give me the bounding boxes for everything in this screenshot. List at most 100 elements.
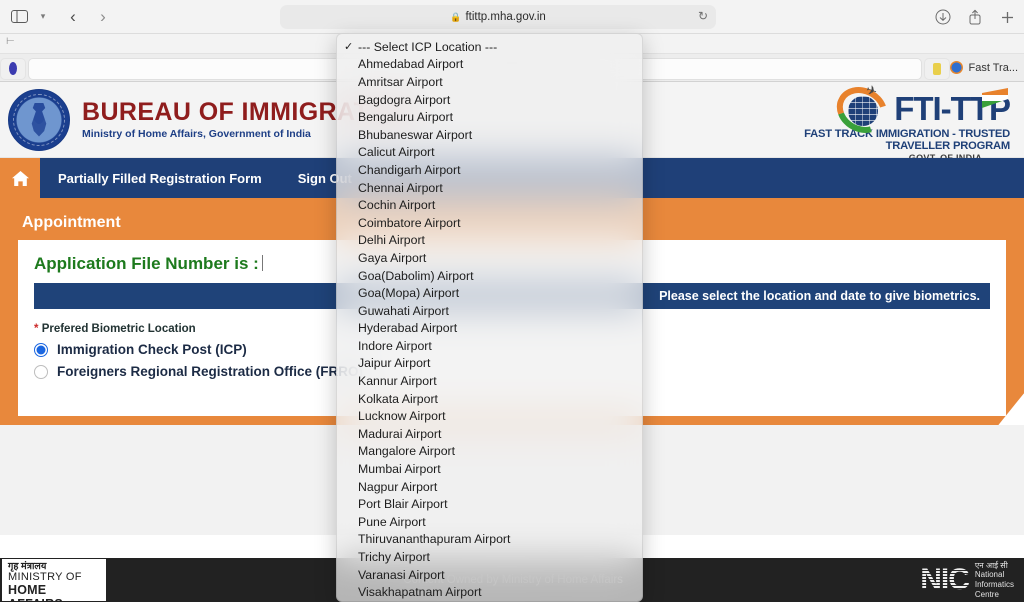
dropdown-option[interactable]: Delhi Airport [337,232,642,250]
nav-items: Partially Filled Registration Form Sign … [40,158,370,198]
dropdown-option[interactable]: Goa(Mopa) Airport [337,284,642,302]
dropdown-option[interactable]: Guwahati Airport [337,302,642,320]
reload-icon[interactable]: ↻ [698,9,708,23]
lock-icon: 🔒 [450,12,461,23]
dropdown-option[interactable]: Pune Airport [337,513,642,531]
tab-favicon[interactable] [0,58,26,80]
dropdown-option-label: Bengaluru Airport [358,110,453,124]
checkmark-icon: ✓ [344,38,353,56]
dropdown-option[interactable]: Gaya Airport [337,249,642,267]
yellow-chip-icon [933,63,941,75]
browser-toolbar: ▾ ‹ › 🔒 ftittp.mha.gov.in ↻ [0,0,1024,34]
dropdown-option-label: Indore Airport [358,339,432,353]
dropdown-option-label: Mangalore Airport [358,444,455,458]
dropdown-option[interactable]: Madurai Airport [337,425,642,443]
fti-logo-main: ✈ FTI-TTP [748,88,1010,130]
dropdown-option[interactable]: Kannur Airport [337,372,642,390]
dropdown-option-label: Guwahati Airport [358,304,449,318]
sidebar-chevron-down-icon[interactable]: ▾ [28,4,58,30]
dropdown-option-label: Bhubaneswar Airport [358,128,472,142]
screen: ▾ ‹ › 🔒 ftittp.mha.gov.in ↻ ⊢ [0,0,1024,602]
new-tab-plus-icon[interactable] [998,8,1016,26]
toolbar-right-controls [934,0,1016,34]
dropdown-option[interactable]: Jaipur Airport [337,355,642,373]
dropdown-option[interactable]: Thiruvananthapuram Airport [337,531,642,549]
dropdown-option[interactable]: Visakhapatnam Airport [337,583,642,601]
dropdown-option[interactable]: Goa(Dabolim) Airport [337,267,642,285]
dropdown-option-label: Coimbatore Airport [358,216,461,230]
mha-line2: HOME AFFAIRS [8,584,100,602]
forward-arrow-icon[interactable]: › [88,4,118,30]
dropdown-option-label: Thiruvananthapuram Airport [358,532,510,546]
dropdown-option-label: Gaya Airport [358,251,426,265]
nic-hindi-text: एन आई सी [975,561,1014,571]
dropdown-option[interactable]: Bagdogra Airport [337,91,642,109]
share-icon[interactable] [966,8,984,26]
dropdown-option-label: Goa(Mopa) Airport [358,286,459,300]
dropdown-option[interactable]: Amritsar Airport [337,73,642,91]
nic-logo[interactable]: NIC एन आई सी National Informatics Centre [920,561,1014,600]
dropdown-option[interactable]: Bengaluru Airport [337,108,642,126]
dropdown-option-label: Port Blair Airport [358,497,448,511]
tab-chip[interactable] [924,58,950,80]
dropdown-option[interactable]: Hyderabad Airport [337,320,642,338]
dropdown-option[interactable]: Varanasi Airport [337,566,642,584]
dropdown-option-label: Kolkata Airport [358,392,438,406]
dropdown-option-label: Bagdogra Airport [358,93,450,107]
radio-icp-icon[interactable] [34,343,48,357]
dropdown-option-label: Hyderabad Airport [358,321,457,335]
dropdown-option[interactable]: Coimbatore Airport [337,214,642,232]
dropdown-option[interactable]: Cochin Airport [337,196,642,214]
address-bar[interactable]: 🔒 ftittp.mha.gov.in ↻ [280,5,716,29]
dropdown-option-label: Ahmedabad Airport [358,57,463,71]
dropdown-option[interactable]: Lucknow Airport [337,407,642,425]
dropdown-option[interactable]: Chennai Airport [337,179,642,197]
dropdown-option-label: Amritsar Airport [358,75,443,89]
required-marker: * [34,323,38,335]
dropdown-option[interactable]: Nagpur Airport [337,478,642,496]
dropdown-option[interactable]: Chandigarh Airport [337,161,642,179]
india-emblem-icon [8,89,70,151]
dropdown-option[interactable]: Bhubaneswar Airport [337,126,642,144]
site-favicon-icon [9,62,17,75]
dropdown-option[interactable]: Mumbai Airport [337,460,642,478]
tab-fast-track[interactable]: Fast Tra... [950,61,1024,74]
dropdown-option-label: --- Select ICP Location --- [358,40,497,54]
globe-icon [950,61,963,74]
dropdown-option-label: Kannur Airport [358,374,437,388]
dropdown-option[interactable]: Trichy Airport [337,548,642,566]
toolbar-left-controls: ▾ ‹ › [0,4,190,30]
url-text: ftittp.mha.gov.in [465,11,545,23]
nic-line2: Informatics [975,580,1014,590]
radio-icp-label: Immigration Check Post (ICP) [57,342,247,357]
nav-item-partially-filled-registration-form[interactable]: Partially Filled Registration Form [40,171,280,186]
dropdown-option[interactable]: Kolkata Airport [337,390,642,408]
dropdown-option-label: Lucknow Airport [358,409,446,423]
icp-location-dropdown[interactable]: ✓ --- Select ICP Location --- Ahmedabad Ai… [336,33,643,602]
nic-line3: Centre [975,590,1014,600]
dropdown-option-label: Trichy Airport [358,550,430,564]
dropdown-option-label: Varanasi Airport [358,568,445,582]
dropdown-option[interactable]: Calicut Airport [337,144,642,162]
nic-line1: National [975,570,1014,580]
tab-title: Fast Tra... [968,62,1018,74]
home-icon[interactable] [0,158,40,198]
download-icon[interactable] [934,8,952,26]
favorites-item[interactable]: ⊢ [6,36,15,47]
dropdown-option-label: Cochin Airport [358,198,435,212]
biometric-location-label-text: Prefered Biometric Location [42,323,196,335]
dropdown-option[interactable]: Ahmedabad Airport [337,56,642,74]
dropdown-option-label: Pune Airport [358,515,426,529]
radio-frro-icon[interactable] [34,365,48,379]
fti-globe-group: ✈ [836,86,890,132]
fti-ttp-logo[interactable]: ✈ FTI-TTP FAST TRACK IMMIGRATION - TRUST… [748,88,1010,152]
dropdown-option-label: Visakhapatnam Airport [358,585,482,599]
radio-frro-label: Foreigners Regional Registration Office … [57,364,363,379]
dropdown-option[interactable]: Indore Airport [337,337,642,355]
back-arrow-icon[interactable]: ‹ [58,4,88,30]
nic-wordmark: NIC [920,565,969,595]
dropdown-option-label: Madurai Airport [358,427,441,441]
dropdown-option[interactable]: Port Blair Airport [337,495,642,513]
dropdown-option[interactable]: Mangalore Airport [337,443,642,461]
dropdown-option[interactable]: ✓ --- Select ICP Location --- [337,38,642,56]
